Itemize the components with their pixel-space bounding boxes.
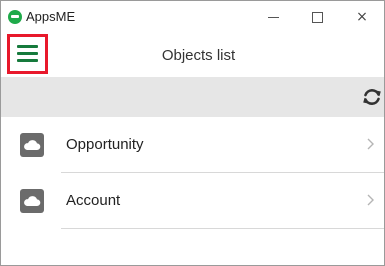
- app-logo-icon: [8, 10, 22, 24]
- app-window: AppsME × Objects list Opportunity Accoun…: [0, 0, 385, 266]
- app-title: AppsME: [26, 9, 76, 24]
- list-item-account[interactable]: Account: [1, 173, 384, 229]
- minimize-button[interactable]: [252, 1, 296, 33]
- minimize-icon: [268, 17, 279, 18]
- cloud-icon: [20, 189, 44, 213]
- title-bar: AppsME ×: [1, 1, 384, 33]
- list-item-opportunity[interactable]: Opportunity: [1, 117, 384, 173]
- close-icon: ×: [356, 9, 368, 25]
- list-item-label: Opportunity: [66, 136, 144, 153]
- chevron-right-icon: [367, 194, 374, 206]
- maximize-icon: [312, 12, 323, 23]
- divider: [61, 228, 384, 229]
- page-title: Objects list: [161, 47, 236, 64]
- chevron-right-icon: [367, 138, 374, 150]
- close-button[interactable]: ×: [340, 1, 384, 33]
- toolbar: [1, 77, 384, 117]
- cloud-icon: [20, 133, 44, 157]
- list-item-label: Account: [66, 192, 121, 209]
- maximize-button[interactable]: [296, 1, 340, 33]
- refresh-button[interactable]: [361, 86, 383, 108]
- refresh-icon: [363, 89, 381, 105]
- app-header: Objects list: [1, 33, 384, 77]
